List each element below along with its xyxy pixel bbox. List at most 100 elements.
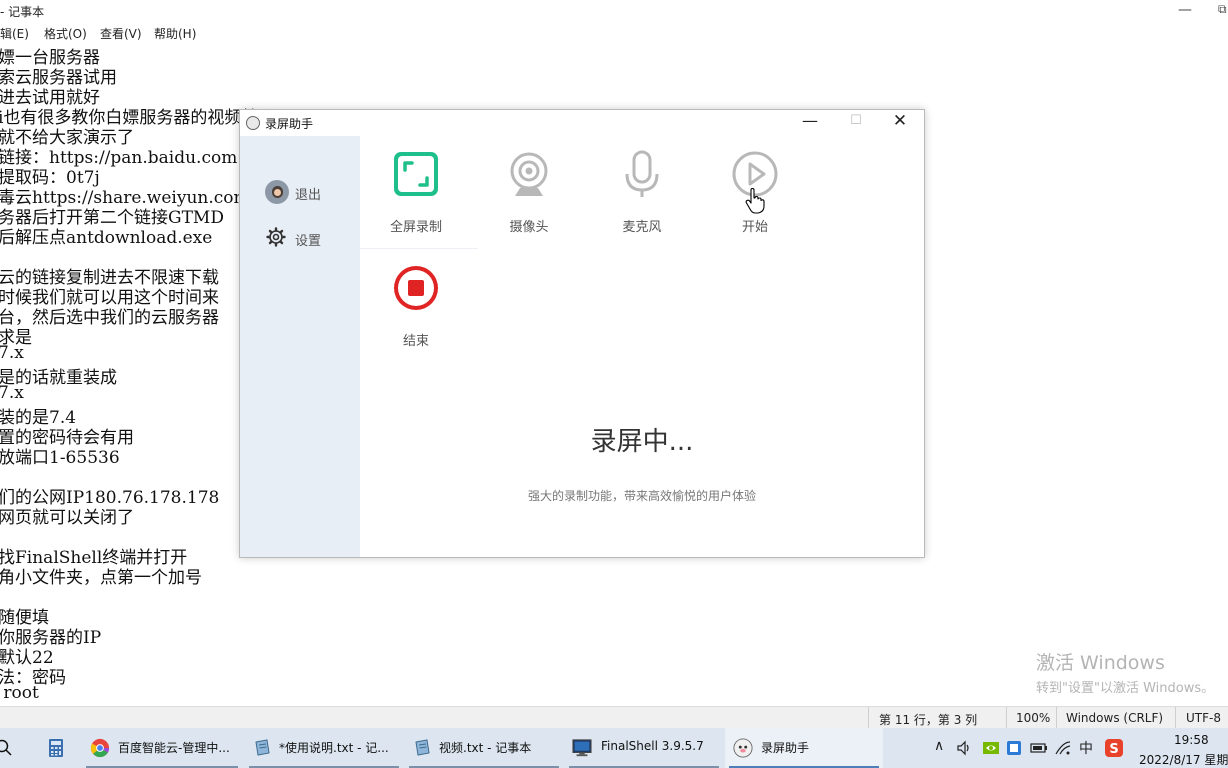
- microphone-button[interactable]: 麦克风: [597, 136, 687, 236]
- watermark-title: 激活 Windows: [1036, 652, 1165, 674]
- status-line-ending: Windows (CRLF): [1066, 711, 1164, 725]
- text-line: root: [0, 683, 39, 703]
- sidebar-item-settings[interactable]: 设置: [264, 225, 344, 251]
- chevron-up-icon[interactable]: ∧: [934, 738, 944, 758]
- status-zoom: 100%: [1016, 711, 1051, 725]
- taskbar: 百度智能云-管理中... *使用说明.txt - 记... 视频.txt - 记…: [0, 728, 1228, 768]
- watermark-subtitle: 转到"设置"以激活 Windows。: [1036, 681, 1215, 696]
- text-line: 台，然后选中我们的云服务器: [0, 308, 219, 328]
- wifi-icon[interactable]: [1054, 738, 1072, 758]
- recorder-window: 录屏助手 — ☐ ✕ 退出 设置 全屏录制 摄像头 麦克风 开始 结束 录屏中.…: [239, 109, 925, 558]
- taskbar-item-browser-label: 百度智能云-管理中...: [118, 741, 230, 755]
- network-manager-icon[interactable]: [1005, 738, 1023, 758]
- recording-status-subtitle: 强大的录制功能，带来高效愉悦的用户体验: [527, 489, 756, 503]
- clock-date: 2022/8/17 星期三: [1139, 753, 1228, 767]
- battery-icon[interactable]: [1030, 738, 1048, 758]
- avatar: [265, 180, 289, 204]
- menu-edit[interactable]: 辑(E): [0, 25, 29, 42]
- stop-label: 结束: [402, 334, 429, 349]
- taskbar-item-finalshell-label: FinalShell 3.9.5.7: [601, 739, 704, 753]
- start-label: 开始: [741, 220, 768, 235]
- recorder-titlebar[interactable]: 录屏助手 — ☐ ✕: [240, 110, 924, 136]
- fullscreen-icon: [394, 152, 438, 196]
- stop-button[interactable]: 结束: [371, 250, 461, 350]
- tile-divider: [360, 248, 478, 249]
- text-line: 后解压点antdownload.exe: [0, 228, 213, 248]
- calculator-icon: [49, 739, 63, 757]
- text-line: i也有很多教你白嫖服务器的视频教程: [0, 108, 276, 128]
- taskbar-item-notepad-2[interactable]: 视频.txt - 记事本: [405, 728, 563, 768]
- notepad-titlebar: - 记事本 — ⧉: [0, 0, 1228, 22]
- menu-format[interactable]: 格式(O): [44, 25, 87, 42]
- text-line: 7.x: [0, 383, 24, 403]
- recorder-sidebar: 退出 设置: [240, 136, 360, 557]
- notepad-minimize-button[interactable]: —: [1178, 2, 1192, 18]
- sogou-input-icon[interactable]: S: [1104, 738, 1124, 758]
- chrome-icon: [90, 738, 110, 758]
- text-line: 是的话就重装成: [0, 368, 117, 388]
- ime-indicator[interactable]: 中: [1079, 738, 1093, 758]
- finalshell-icon: [572, 739, 592, 757]
- text-line: 索云服务器试用: [0, 68, 117, 88]
- start-button[interactable]: 开始: [710, 136, 800, 236]
- text-line: 随便填: [0, 608, 49, 628]
- notepad-title: - 记事本: [0, 5, 45, 19]
- microphone-label: 麦克风: [622, 220, 662, 235]
- svg-text:S: S: [1109, 742, 1118, 757]
- recorder-minimize-button[interactable]: —: [800, 111, 820, 133]
- activate-windows-watermark: 激活 Windows 转到"设置"以激活 Windows。: [1036, 648, 1214, 696]
- text-line: 你服务器的IP: [0, 628, 102, 648]
- sidebar-item-settings-label: 设置: [295, 234, 322, 249]
- status-position: 第 11 行，第 3 列: [879, 713, 978, 727]
- recorder-close-button[interactable]: ✕: [888, 111, 912, 133]
- text-line: 放端口1-65536: [0, 448, 120, 468]
- text-line: 找FinalShell终端并打开: [0, 548, 188, 568]
- calculator-taskbar-button[interactable]: [40, 728, 72, 768]
- text-line: 7.x: [0, 343, 24, 363]
- text-line: 网页就可以关闭了: [0, 508, 134, 528]
- text-line: 嫖一台服务器: [0, 48, 100, 68]
- recorder-maximize-button[interactable]: ☐: [846, 113, 866, 135]
- recorder-logo-icon: [246, 116, 260, 130]
- notepad-icon: [255, 739, 270, 756]
- text-line: 时候我们就可以用这个时间来: [0, 288, 219, 308]
- notepad-icon: [415, 739, 430, 756]
- taskbar-item-finalshell[interactable]: FinalShell 3.9.5.7: [565, 728, 723, 768]
- camera-label: 摄像头: [509, 220, 549, 235]
- notepad-statusbar: 第 11 行，第 3 列 100% Windows (CRLF) UTF-8: [0, 706, 1228, 729]
- recorder-main-panel: 全屏录制 摄像头 麦克风 开始 结束 录屏中... 强大的录制功能，带来高效愉悦…: [360, 136, 924, 557]
- text-line: 链接：https://pan.baidu.com: [0, 148, 238, 168]
- recorder-icon: [733, 738, 753, 758]
- text-line: 毒云https://share.weiyun.com: [0, 188, 250, 208]
- taskbar-item-notepad-1-label: *使用说明.txt - 记...: [279, 741, 389, 755]
- status-encoding: UTF-8: [1186, 711, 1221, 725]
- notepad-maximize-button[interactable]: ⧉: [1218, 2, 1228, 18]
- webcam-icon: [510, 152, 548, 196]
- text-line: 务器后打开第二个链接GTMD: [0, 208, 224, 228]
- speaker-icon[interactable]: [956, 738, 972, 758]
- sidebar-item-logout[interactable]: 退出: [264, 179, 344, 205]
- microphone-icon: [625, 150, 659, 197]
- taskbar-item-notepad-2-label: 视频.txt - 记事本: [439, 741, 532, 755]
- text-line: 默认22: [0, 648, 54, 668]
- text-line: 装的是7.4: [0, 408, 77, 428]
- menu-view[interactable]: 查看(V): [100, 25, 142, 42]
- notepad-menubar: 辑(E) 格式(O) 查看(V) 帮助(H): [0, 22, 1228, 42]
- recorder-title: 录屏助手: [265, 117, 314, 131]
- taskbar-item-notepad-1[interactable]: *使用说明.txt - 记...: [245, 728, 403, 768]
- sidebar-item-logout-label: 退出: [295, 188, 322, 203]
- text-line: 们的公网IP180.76.178.178: [0, 488, 220, 508]
- menu-help[interactable]: 帮助(H): [154, 25, 196, 42]
- text-line: 云的链接复制进去不限速下载: [0, 268, 219, 288]
- recording-status-title: 录屏中...: [590, 427, 694, 457]
- nvidia-icon[interactable]: [982, 738, 1000, 758]
- text-line: 提取码：0t7j: [0, 168, 100, 188]
- search-button[interactable]: [0, 728, 30, 768]
- camera-button[interactable]: 摄像头: [484, 136, 574, 236]
- fullscreen-record-button[interactable]: 全屏录制: [371, 136, 461, 236]
- gear-icon: [266, 227, 286, 247]
- taskbar-item-browser[interactable]: 百度智能云-管理中...: [82, 728, 242, 768]
- taskbar-item-recorder[interactable]: 录屏助手: [725, 728, 883, 768]
- text-line: 置的密码待会有用: [0, 428, 134, 448]
- text-line: 就不给大家演示了: [0, 128, 134, 148]
